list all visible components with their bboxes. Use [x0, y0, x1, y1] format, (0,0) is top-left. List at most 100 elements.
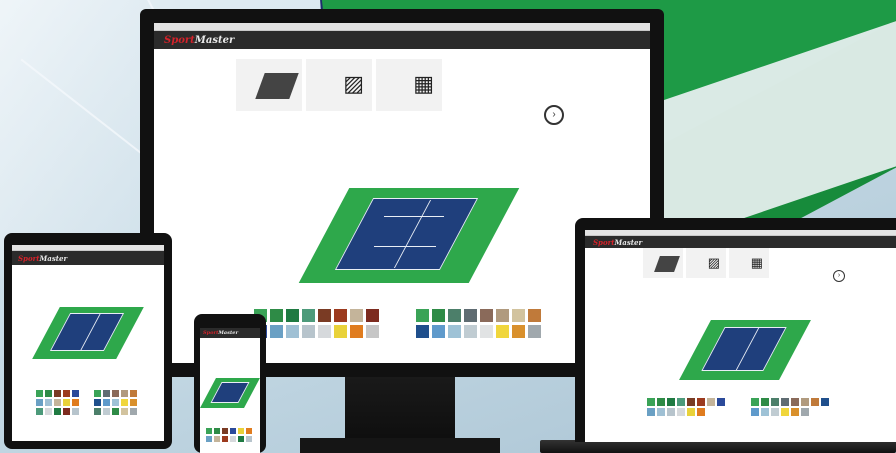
color-swatch[interactable]	[480, 325, 493, 338]
color-swatch[interactable]	[781, 408, 789, 416]
color-swatch[interactable]	[112, 399, 119, 406]
color-swatch[interactable]	[771, 398, 779, 406]
color-swatch[interactable]	[416, 309, 429, 322]
step-calculator[interactable]: ▦	[729, 248, 769, 278]
color-swatch[interactable]	[697, 408, 705, 416]
color-swatch[interactable]	[366, 325, 379, 338]
color-swatch[interactable]	[334, 309, 347, 322]
color-swatch[interactable]	[230, 428, 236, 434]
color-swatch[interactable]	[781, 398, 789, 406]
color-swatch[interactable]	[717, 398, 725, 406]
color-swatch[interactable]	[801, 398, 809, 406]
color-swatch[interactable]	[657, 398, 665, 406]
color-swatch[interactable]	[45, 390, 52, 397]
color-swatch[interactable]	[94, 390, 101, 397]
color-swatch[interactable]	[72, 399, 79, 406]
color-swatch[interactable]	[761, 408, 769, 416]
color-swatch[interactable]	[528, 309, 541, 322]
color-swatch[interactable]	[121, 399, 128, 406]
next-arrow-icon[interactable]: ›	[544, 105, 564, 125]
color-swatch[interactable]	[72, 408, 79, 415]
color-swatch[interactable]	[94, 399, 101, 406]
color-swatch[interactable]	[103, 399, 110, 406]
color-swatch[interactable]	[112, 408, 119, 415]
color-swatch[interactable]	[771, 408, 779, 416]
color-swatch[interactable]	[72, 390, 79, 397]
color-swatch[interactable]	[464, 309, 477, 322]
step-gallery[interactable]: ▨	[306, 59, 372, 111]
color-swatch[interactable]	[63, 390, 70, 397]
color-swatch[interactable]	[206, 436, 212, 442]
site-logo[interactable]: SportMaster	[203, 330, 238, 336]
color-swatch[interactable]	[334, 325, 347, 338]
color-swatch[interactable]	[751, 408, 759, 416]
color-swatch[interactable]	[667, 398, 675, 406]
color-swatch[interactable]	[667, 408, 675, 416]
color-swatch[interactable]	[496, 309, 509, 322]
color-swatch[interactable]	[270, 325, 283, 338]
color-swatch[interactable]	[496, 325, 509, 338]
next-arrow-icon[interactable]: ›	[833, 270, 845, 282]
color-swatch[interactable]	[112, 390, 119, 397]
site-logo[interactable]: SportMaster	[593, 238, 642, 247]
color-swatch[interactable]	[130, 390, 137, 397]
color-swatch[interactable]	[677, 408, 685, 416]
color-swatch[interactable]	[103, 390, 110, 397]
color-swatch[interactable]	[791, 398, 799, 406]
color-swatch[interactable]	[94, 408, 101, 415]
step-gallery[interactable]: ▨	[686, 248, 726, 278]
color-swatch[interactable]	[647, 408, 655, 416]
color-swatch[interactable]	[36, 408, 43, 415]
color-swatch[interactable]	[318, 325, 331, 338]
color-swatch[interactable]	[432, 325, 445, 338]
color-swatch[interactable]	[222, 436, 228, 442]
color-swatch[interactable]	[687, 398, 695, 406]
color-swatch[interactable]	[206, 428, 212, 434]
color-swatch[interactable]	[286, 325, 299, 338]
color-swatch[interactable]	[318, 309, 331, 322]
color-swatch[interactable]	[366, 309, 379, 322]
color-swatch[interactable]	[416, 325, 429, 338]
color-swatch[interactable]	[528, 325, 541, 338]
color-swatch[interactable]	[751, 398, 759, 406]
color-swatch[interactable]	[214, 428, 220, 434]
color-swatch[interactable]	[657, 408, 665, 416]
color-swatch[interactable]	[464, 325, 477, 338]
color-swatch[interactable]	[238, 436, 244, 442]
color-swatch[interactable]	[512, 309, 525, 322]
color-swatch[interactable]	[54, 390, 61, 397]
color-swatch[interactable]	[302, 309, 315, 322]
color-swatch[interactable]	[350, 309, 363, 322]
color-swatch[interactable]	[302, 325, 315, 338]
color-swatch[interactable]	[811, 398, 819, 406]
color-swatch[interactable]	[448, 309, 461, 322]
color-swatch[interactable]	[54, 408, 61, 415]
color-swatch[interactable]	[432, 309, 445, 322]
color-swatch[interactable]	[230, 436, 236, 442]
color-swatch[interactable]	[801, 408, 809, 416]
color-swatch[interactable]	[512, 325, 525, 338]
color-swatch[interactable]	[821, 398, 829, 406]
color-swatch[interactable]	[697, 398, 705, 406]
color-swatch[interactable]	[36, 390, 43, 397]
color-swatch[interactable]	[121, 390, 128, 397]
color-swatch[interactable]	[63, 408, 70, 415]
color-swatch[interactable]	[480, 309, 493, 322]
color-swatch[interactable]	[54, 399, 61, 406]
color-swatch[interactable]	[791, 408, 799, 416]
color-swatch[interactable]	[246, 428, 252, 434]
step-next[interactable]	[446, 59, 512, 111]
color-swatch[interactable]	[45, 399, 52, 406]
step-court[interactable]	[236, 59, 302, 111]
color-swatch[interactable]	[707, 398, 715, 406]
site-logo[interactable]: SportMaster	[18, 254, 67, 263]
step-next[interactable]	[772, 248, 812, 278]
color-swatch[interactable]	[647, 398, 655, 406]
color-swatch[interactable]	[286, 309, 299, 322]
color-swatch[interactable]	[246, 436, 252, 442]
color-swatch[interactable]	[130, 399, 137, 406]
color-swatch[interactable]	[350, 325, 363, 338]
color-swatch[interactable]	[270, 309, 283, 322]
color-swatch[interactable]	[45, 408, 52, 415]
step-calculator[interactable]: ▦	[376, 59, 442, 111]
